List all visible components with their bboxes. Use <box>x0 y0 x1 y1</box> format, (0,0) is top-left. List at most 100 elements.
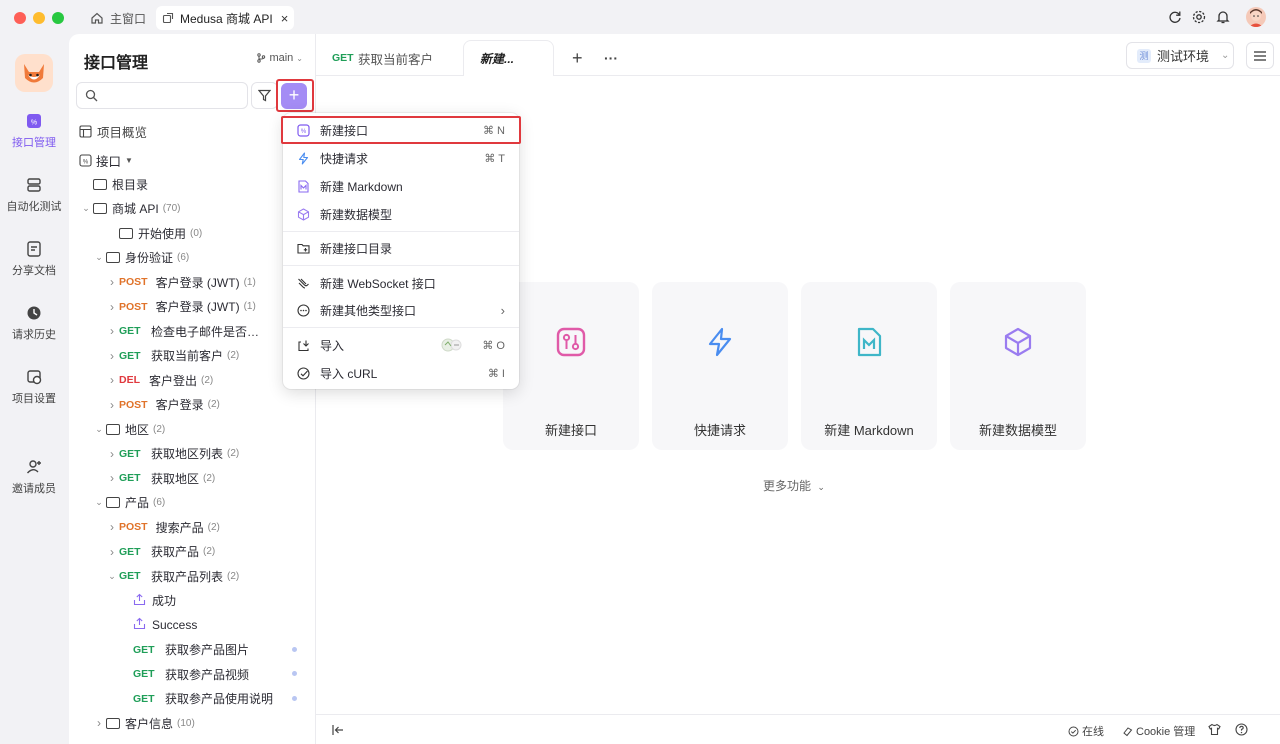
http-method: GET <box>119 545 141 558</box>
refresh-icon[interactable] <box>1167 9 1183 25</box>
menu-item-import-curl[interactable]: 导入 cURL ⌘ I <box>283 360 519 386</box>
import-badge-icon <box>441 338 462 352</box>
shirt-icon[interactable] <box>1208 723 1221 736</box>
settings-icon <box>27 370 42 385</box>
nav-project-settings[interactable]: 项目设置 <box>0 368 68 406</box>
filter-button[interactable] <box>251 82 278 109</box>
tree-case-item[interactable]: Success <box>133 614 315 636</box>
project-logo[interactable] <box>15 54 53 92</box>
tree-folder[interactable]: 根目录 <box>79 173 315 195</box>
nav-api-management-label: 接口管理 <box>12 137 56 149</box>
tree-api-item[interactable]: GET 获取参产品使用说明 <box>133 688 315 710</box>
chevron-right-icon[interactable]: › <box>105 324 119 338</box>
user-avatar[interactable] <box>1246 7 1266 27</box>
chevron-down-icon[interactable]: ⌄ <box>79 203 93 214</box>
chevron-right-icon[interactable]: › <box>105 275 119 289</box>
branch-selector[interactable]: main ⌄ <box>256 52 303 64</box>
chevron-right-icon[interactable]: › <box>105 447 119 461</box>
item-count: (2) <box>203 472 216 484</box>
new-data-model-card[interactable]: 新建数据模型 <box>950 282 1086 450</box>
chevron-right-icon[interactable]: › <box>105 373 119 387</box>
item-count: (0) <box>190 227 203 239</box>
tab-method: GET <box>332 52 354 64</box>
tree-item-label: 客户登录 (JWT) <box>155 300 240 314</box>
tree-api-item[interactable]: GET 获取参产品视频 <box>133 663 315 685</box>
chevron-down-icon[interactable]: ⌄ <box>92 497 106 508</box>
chevron-down-icon[interactable]: ⌄ <box>105 571 119 582</box>
cube-icon <box>1004 327 1032 357</box>
item-count: (2) <box>227 570 240 582</box>
chevron-right-icon[interactable]: › <box>105 398 119 412</box>
close-tab-icon[interactable]: × <box>281 11 289 26</box>
chevron-right-icon[interactable]: › <box>105 300 119 314</box>
highlight-box <box>276 79 314 112</box>
chevron-right-icon[interactable]: › <box>105 545 119 559</box>
tree-api-item[interactable]: › GET 获取地区 (2) <box>105 467 315 489</box>
chevron-down-icon: ⌄ <box>817 482 825 492</box>
svg-text:%: % <box>31 120 37 127</box>
bell-icon[interactable] <box>1215 9 1231 25</box>
new-markdown-card[interactable]: 新建 Markdown <box>801 282 937 450</box>
collapse-sidebar-icon[interactable] <box>332 724 344 736</box>
tree-folder[interactable]: ⌄ 商城 API (70) <box>79 198 315 220</box>
more-features-button[interactable]: 更多功能 ⌄ <box>763 477 825 494</box>
tree-folder[interactable]: ⌄ 产品 (6) <box>92 492 315 514</box>
search-input[interactable] <box>76 82 248 109</box>
cookie-label: Cookie 管理 <box>1136 726 1196 738</box>
nav-invite-members[interactable]: 邀请成员 <box>0 458 68 496</box>
minimize-window-button[interactable] <box>33 12 45 24</box>
more-circle-icon <box>297 303 310 317</box>
tree-folder[interactable]: › 客户信息 (10) <box>92 712 315 734</box>
tree-api-item[interactable]: ⌄ GET 获取产品列表 (2) <box>105 565 315 587</box>
tab-get-current-customer[interactable]: GET 获取当前客户 <box>316 40 449 76</box>
menu-item-new-markdown[interactable]: 新建 Markdown <box>283 173 519 199</box>
help-icon[interactable] <box>1235 723 1248 736</box>
folder-icon <box>106 717 120 729</box>
tree-api-item[interactable]: › GET 获取产品 (2) <box>105 541 315 563</box>
nav-automation-test[interactable]: 自动化测试 <box>0 176 68 214</box>
quick-request-card[interactable]: 快捷请求 <box>652 282 788 450</box>
tree-api-item[interactable]: › POST 客户登录 (2) <box>105 394 315 416</box>
menu-item-quick-request[interactable]: 快捷请求 ⌘ T <box>283 145 519 171</box>
environment-selector[interactable]: 测 测试环境 ⌄ <box>1126 42 1234 69</box>
http-method: POST <box>119 300 148 313</box>
tree-case-item[interactable]: 成功 <box>133 590 315 612</box>
menu-divider <box>283 327 519 328</box>
tree-item-label: 客户登出 <box>149 373 198 388</box>
cookie-manager[interactable]: Cookie 管理 <box>1122 723 1195 739</box>
close-window-button[interactable] <box>14 12 26 24</box>
new-api-card[interactable]: 新建接口 <box>503 282 639 450</box>
tab-new[interactable]: 新建... <box>463 40 554 76</box>
tree-item-label: 产品 <box>125 496 150 510</box>
menu-item-new-api-folder[interactable]: 新建接口目录 <box>283 235 519 261</box>
chevron-right-icon[interactable]: › <box>92 716 106 730</box>
tab-home[interactable]: 主窗口 <box>84 6 152 30</box>
menu-item-new-other-api[interactable]: 新建其他类型接口 › <box>283 297 519 323</box>
chevron-right-icon[interactable]: › <box>105 349 119 363</box>
tree-api-item[interactable]: GET 获取参产品图片 <box>133 639 315 661</box>
more-tabs-button[interactable]: ··· <box>588 40 634 76</box>
tree-item-label: 检查电子邮件是否… <box>151 324 260 339</box>
tree-folder[interactable]: ⌄ 地区 (2) <box>92 418 315 440</box>
chevron-right-icon[interactable]: › <box>105 471 119 485</box>
api-root[interactable]: % 接口 ▼ <box>79 149 315 171</box>
tree-api-item[interactable]: › GET 获取地区列表 (2) <box>105 443 315 465</box>
hamburger-menu-button[interactable] <box>1246 42 1274 69</box>
zoom-window-button[interactable] <box>52 12 64 24</box>
cube-icon <box>297 207 310 221</box>
tree-api-item[interactable]: › POST 搜索产品 (2) <box>105 516 315 538</box>
gear-icon[interactable] <box>1191 9 1207 25</box>
menu-item-new-data-model[interactable]: 新建数据模型 <box>283 201 519 227</box>
menu-item-new-websocket[interactable]: 新建 WebSocket 接口 <box>283 270 519 296</box>
menu-item-import[interactable]: 导入 ⌘ O <box>283 332 519 358</box>
chevron-down-icon[interactable]: ⌄ <box>92 424 106 435</box>
online-status[interactable]: 在线 <box>1068 723 1104 739</box>
nav-share-docs[interactable]: 分享文档 <box>0 240 68 278</box>
http-method: GET <box>119 570 141 582</box>
nav-api-management[interactable]: % 接口管理 <box>0 112 68 150</box>
tab-app[interactable]: Medusa 商城 API × <box>156 6 295 30</box>
nav-request-history[interactable]: 请求历史 <box>0 304 68 342</box>
chevron-right-icon[interactable]: › <box>105 520 119 534</box>
item-count: (1) <box>243 276 256 288</box>
chevron-down-icon[interactable]: ⌄ <box>92 252 106 263</box>
